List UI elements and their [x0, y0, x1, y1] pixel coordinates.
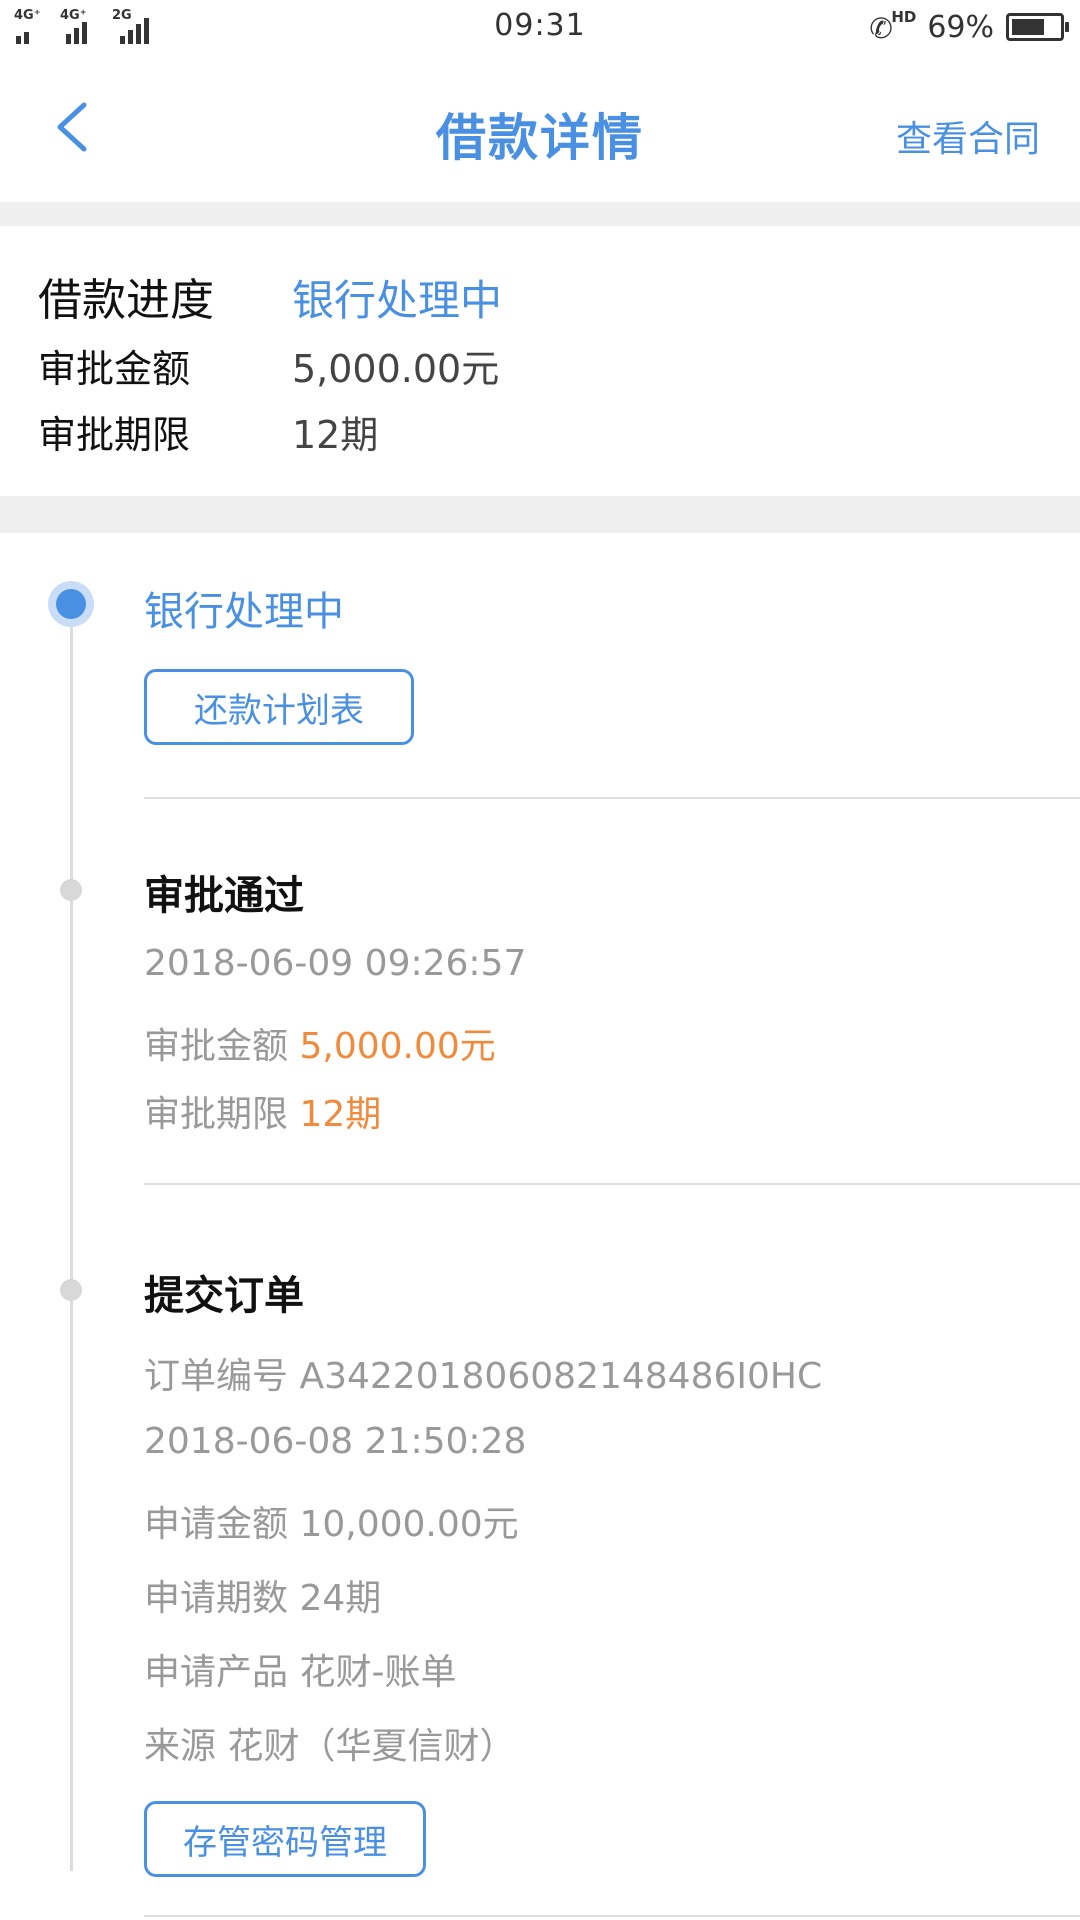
progress-label: 借款进度 — [38, 275, 214, 326]
navigation-bar: 借款详情 查看合同 — [0, 54, 1080, 202]
term-value: 12期 — [292, 413, 379, 457]
step-divider — [144, 1183, 1080, 1185]
battery-fill — [1012, 19, 1044, 35]
approved-amount-value: 5,000.00元 — [299, 1026, 496, 1067]
approved-term-label: 审批期限 — [144, 1094, 289, 1135]
source-row: 来源 花财（华夏信财） — [144, 1717, 515, 1769]
summary-row-term: 审批期限 12期 — [38, 404, 378, 459]
step-divider — [144, 797, 1080, 799]
view-contract-link[interactable]: 查看合同 — [896, 110, 1040, 162]
approved-amount-row: 审批金额 5,000.00元 — [144, 1017, 496, 1069]
battery-icon — [1006, 13, 1069, 41]
summary-row-amount: 审批金额 5,000.00元 — [38, 338, 499, 393]
apply-amount-row: 申请金额 10,000.00元 — [144, 1495, 519, 1547]
progress-value: 银行处理中 — [292, 276, 503, 325]
approved-term-value: 12期 — [299, 1094, 382, 1135]
product-label: 申请产品 — [144, 1652, 289, 1693]
timeline-dot-active — [48, 581, 94, 627]
step-title-submitted: 提交订单 — [144, 1273, 304, 1319]
order-number-row: 订单编号 A342201806082148486I0HC — [144, 1347, 822, 1399]
summary-row-progress: 借款进度 银行处理中 — [38, 264, 502, 328]
loan-summary: 借款进度 银行处理中 审批金额 5,000.00元 审批期限 12期 — [0, 226, 1080, 496]
approved-amount-label: 审批金额 — [144, 1026, 289, 1067]
approved-time: 2018-06-09 09:26:57 — [144, 943, 527, 984]
hd-call-icon: ✆ HD — [869, 8, 917, 45]
approved-term-row: 审批期限 12期 — [144, 1085, 381, 1137]
battery-percent: 69% — [927, 9, 994, 45]
submitted-time: 2018-06-08 21:50:28 — [144, 1421, 527, 1462]
amount-label: 审批金额 — [38, 347, 191, 391]
apply-term-label: 申请期数 — [144, 1578, 289, 1619]
order-number-value: A342201806082148486I0HC — [299, 1356, 823, 1397]
step-title-processing: 银行处理中 — [144, 589, 344, 635]
timeline-dot — [60, 879, 82, 901]
timeline-line — [70, 601, 73, 1871]
product-row: 申请产品 花财-账单 — [144, 1643, 456, 1695]
repayment-plan-button[interactable]: 还款计划表 — [144, 669, 414, 745]
product-value: 花财-账单 — [299, 1652, 457, 1693]
section-divider — [0, 496, 1080, 533]
amount-value: 5,000.00元 — [292, 347, 500, 391]
order-number-label: 订单编号 — [144, 1356, 289, 1397]
apply-term-value: 24期 — [299, 1578, 382, 1619]
term-label: 审批期限 — [38, 413, 191, 457]
status-bar: 4G⁺ 4G⁺ 2G 09:31 ✆ HD 69% — [0, 0, 1080, 54]
phone-icon: ✆ — [869, 12, 893, 45]
step-title-approved: 审批通过 — [144, 873, 304, 919]
hd-label: HD — [891, 8, 917, 26]
apply-amount-value: 10,000.00元 — [299, 1504, 519, 1545]
apply-amount-label: 申请金额 — [144, 1504, 289, 1545]
timeline-dot — [60, 1279, 82, 1301]
step-divider — [144, 1915, 1080, 1917]
source-label: 来源 — [144, 1726, 217, 1767]
apply-term-row: 申请期数 24期 — [144, 1569, 381, 1621]
section-divider — [0, 202, 1080, 226]
status-right: ✆ HD 69% — [869, 8, 1069, 46]
source-value: 花财（华夏信财） — [227, 1726, 516, 1767]
custody-password-button[interactable]: 存管密码管理 — [144, 1801, 426, 1877]
progress-timeline: 银行处理中 还款计划表 审批通过 2018-06-09 09:26:57 审批金… — [0, 533, 1080, 1920]
